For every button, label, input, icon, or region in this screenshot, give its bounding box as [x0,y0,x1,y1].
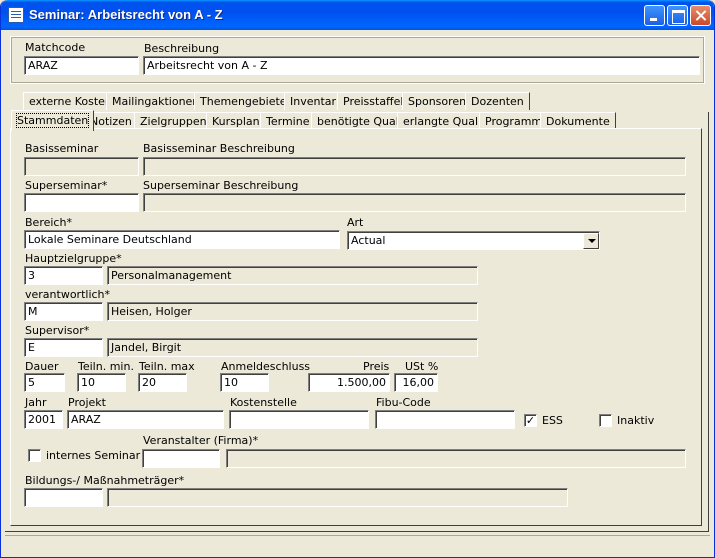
fibu-code-label: Fibu-Code [376,396,431,409]
tab-inventar[interactable]: Inventar [284,92,343,110]
art-selected-value: Actual [351,234,386,247]
verantwortlich-code-input[interactable]: M [24,302,103,321]
matchcode-input[interactable]: ARAZ [24,56,139,75]
kostenstelle-input[interactable] [229,410,369,429]
bereich-input[interactable]: Lokale Seminare Deutschland [24,230,340,249]
veranstalter-code-input[interactable] [142,449,220,468]
ess-label: ESS [542,414,563,427]
hauptzielgruppe-code-input[interactable]: 3 [24,266,103,285]
status-bar [5,535,710,553]
minimize-icon [645,6,664,25]
supervisor-label: Supervisor* [25,324,90,337]
seminar-window: Seminar: Arbeitsrecht von A - Z Matchcod… [0,0,715,558]
matchcode-label: Matchcode [25,41,86,54]
hauptzielgruppe-label: Hauptzielgruppe* [25,252,122,265]
basisseminar-beschreibung-label: Basisseminar Beschreibung [143,142,295,155]
window-title: Seminar: Arbeitsrecht von A - Z [29,7,223,22]
basisseminar-beschreibung-field [143,157,686,176]
teiln-min-input[interactable]: 10 [77,373,126,392]
ust-input[interactable]: 16,00 [394,373,438,392]
tab-themengebiete[interactable]: Themengebiete [194,92,293,110]
dauer-input[interactable]: 5 [24,373,65,392]
internes-seminar-checkbox[interactable] [28,449,41,462]
title-bar[interactable]: Seminar: Arbeitsrecht von A - Z [1,0,714,30]
art-select[interactable]: Actual [347,231,600,250]
inaktiv-checkbox[interactable] [599,414,612,427]
veranstalter-label: Veranstalter (Firma)* [143,434,259,447]
fibu-code-input[interactable] [375,410,515,429]
tab-mailingaktionen[interactable]: Mailingaktionen [106,92,206,110]
veranstalter-name-field [226,449,686,468]
maximize-icon [668,6,687,25]
art-label: Art [347,216,364,229]
tab-dozenten[interactable]: Dozenten [465,92,530,110]
superseminar-input[interactable] [24,193,139,212]
basisseminar-input[interactable] [24,157,139,176]
beschreibung-input[interactable]: Arbeitsrecht von A - Z [143,56,700,75]
dauer-label: Dauer [25,360,59,373]
bildungstraeger-name-field [107,488,568,507]
minimize-button[interactable] [644,5,665,26]
bereich-label: Bereich* [25,216,72,229]
internes-seminar-label: internes Seminar [46,449,141,462]
teiln-max-input[interactable]: 20 [138,373,187,392]
teiln-min-label: Teiln. min. [78,360,134,373]
verantwortlich-name-field: Heisen, Holger [107,302,478,321]
tab-externe-kosten[interactable]: externe Kosten [23,92,118,110]
chevron-down-icon[interactable] [583,233,599,249]
tab-sponsoren[interactable]: Sponsoren [402,92,473,110]
bildungstraeger-code-input[interactable] [24,488,103,507]
superseminar-beschreibung-label: Superseminar Beschreibung [143,179,299,192]
maximize-button[interactable] [667,5,688,26]
anmeldeschluss-input[interactable]: 10 [220,373,269,392]
jahr-label: Jahr [25,396,47,409]
close-icon [691,6,710,25]
anmeldeschluss-label: Anmeldeschluss [221,360,311,373]
supervisor-code-input[interactable]: E [24,338,103,357]
hauptzielgruppe-name-field: Personalmanagement [107,266,478,285]
ust-label: USt % [405,360,439,373]
inaktiv-label: Inaktiv [617,414,655,427]
beschreibung-label: Beschreibung [144,42,220,55]
tab-stammdaten[interactable]: Stammdaten [11,110,95,131]
jahr-input[interactable]: 2001 [24,410,63,429]
close-button[interactable] [690,5,711,26]
projekt-input[interactable]: ARAZ [67,410,224,429]
tab-preisstaffel[interactable]: Preisstaffel [337,92,410,110]
ess-checkbox[interactable]: ✓ [524,414,537,427]
supervisor-name-field: Jandel, Birgit [107,338,478,357]
basisseminar-label: Basisseminar [25,142,99,155]
projekt-label: Projekt [68,396,106,409]
preis-label: Preis [363,360,390,373]
kostenstelle-label: Kostenstelle [230,396,297,409]
teiln-max-label: Teiln. max [139,360,195,373]
verantwortlich-label: verantwortlich* [25,288,111,301]
superseminar-label: Superseminar* [25,179,108,192]
preis-input[interactable]: 1.500,00 [308,373,390,392]
bildungstraeger-label: Bildungs-/ Maßnahmeträger* [25,474,185,487]
superseminar-beschreibung-field [143,193,686,212]
app-icon[interactable] [8,7,24,23]
